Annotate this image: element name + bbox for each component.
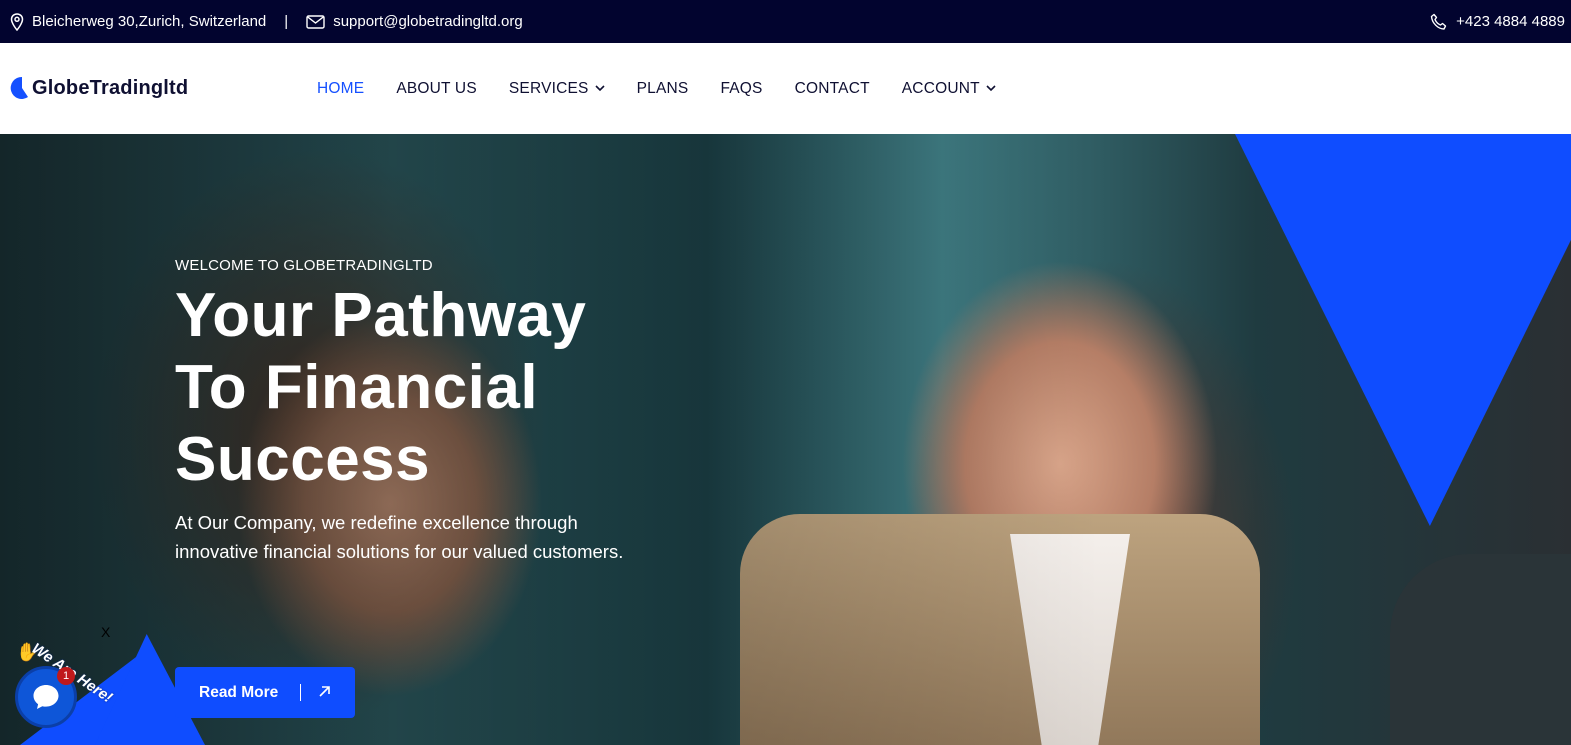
logo-mark-icon [10,76,30,100]
nav-about-label: ABOUT US [396,79,477,97]
nav-services-label: SERVICES [508,79,589,97]
address-text: Bleicherweg 30,Zurich, Switzerland [32,13,267,30]
chevron-down-icon [986,85,996,92]
nav-plans[interactable]: PLANS [637,80,689,98]
logo-text: GlobeTradingltd [32,76,189,99]
phone-icon [1430,13,1448,31]
headline-line-1: Your Pathway [175,281,587,350]
arrow-up-right-icon [317,684,332,704]
nav-contact-label: CONTACT [794,79,870,97]
nav-about-us[interactable]: ABOUT US [396,80,477,98]
site-header: GlobeTradingltd HOME ABOUT US SERVICES P… [0,43,1571,134]
location-pin-icon [10,12,24,31]
email-link[interactable]: support@globetradingltd.org [333,13,523,30]
nav-services[interactable]: SERVICES [509,80,605,98]
read-more-label: Read More [199,683,279,701]
nav-faqs[interactable]: FAQS [720,80,762,98]
nav-plans-label: PLANS [636,79,689,97]
nav-contact[interactable]: CONTACT [795,80,870,98]
hero-headline: Your Pathway To Financial Success [175,280,645,496]
headline-line-2: To Financial [175,353,539,422]
hero-subtext: At Our Company, we redefine excellence t… [175,512,624,562]
headline-line-3: Success [175,425,431,494]
site-logo[interactable]: GlobeTradingltd [10,76,188,100]
button-divider [300,684,301,701]
separator: | [284,13,289,30]
read-more-button[interactable]: Read More [175,667,355,718]
phone-link[interactable]: +423 4884 4889 [1456,13,1565,30]
nav-account-label: ACCOUNT [901,79,980,97]
hero-content: WELCOME TO GLOBETRADINGLTD Your Pathway … [175,257,645,585]
chevron-down-icon [595,85,605,92]
main-nav: HOME ABOUT US SERVICES PLANS FAQS CONTAC… [317,43,996,134]
nav-account[interactable]: ACCOUNT [902,80,996,98]
hero-eyebrow: WELCOME TO GLOBETRADINGLTD [175,257,433,274]
nav-home[interactable]: HOME [317,80,364,98]
chat-bubble-icon [31,683,61,711]
top-info-bar: Bleicherweg 30,Zurich, Switzerland | sup… [0,0,1571,43]
hero-section: WELCOME TO GLOBETRADINGLTD Your Pathway … [0,134,1571,745]
nav-faqs-label: FAQS [720,79,763,97]
notification-badge: 1 [57,667,75,685]
contact-info: Bleicherweg 30,Zurich, Switzerland | sup… [10,0,523,43]
nav-home-label: HOME [317,79,365,97]
mail-icon [306,14,325,29]
chat-close-button[interactable]: X [101,624,110,640]
phone-info: +423 4884 4889 [1430,0,1565,43]
